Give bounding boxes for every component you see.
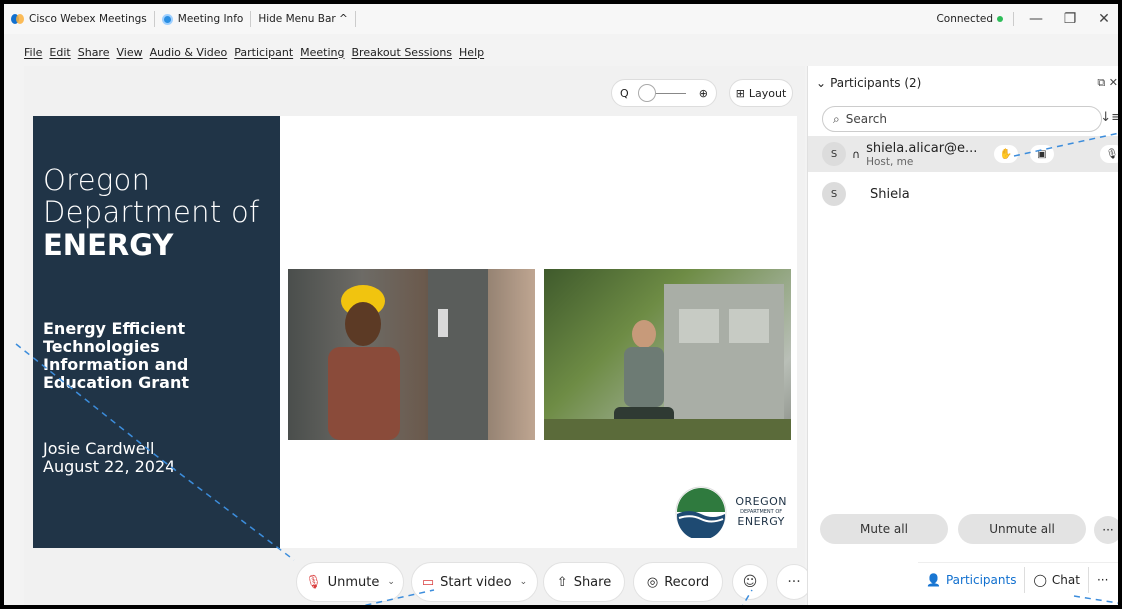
close-window-button[interactable]: ✕ — [1092, 11, 1116, 27]
menu-share[interactable]: Share — [78, 46, 110, 59]
slide-title-panel: Oregon Department of ENERGY Energy Effic… — [33, 116, 280, 548]
video-off-icon: ▭ — [421, 574, 435, 590]
participants-panel: ⌄ Participants (2) ⧉ ✕ ⌕ Search ↓≡ S ∩ s… — [807, 66, 1118, 605]
hide-menu-bar-button[interactable]: Hide Menu Bar ^ — [251, 11, 356, 27]
menu-bar: File Edit Share View Audio & Video Parti… — [4, 42, 804, 62]
tab-participants[interactable]: 👤 Participants — [918, 566, 1026, 593]
chevron-down-icon[interactable]: ⌄ — [816, 76, 826, 90]
status-dot-icon — [997, 16, 1003, 22]
menu-meeting[interactable]: Meeting — [300, 46, 344, 59]
participant-name: shiela.alicar@e... — [866, 140, 978, 156]
slide-title-line2: Department of — [43, 195, 260, 229]
sort-icon[interactable]: ↓≡ — [1100, 110, 1118, 125]
connection-status: Connected — [936, 13, 1003, 25]
webex-logo-icon — [11, 14, 24, 24]
menu-view[interactable]: View — [116, 46, 142, 59]
app-name: Cisco Webex Meetings — [29, 13, 147, 25]
panel-tab-bar: 👤 Participants ◯ Chat ··· — [918, 562, 1118, 596]
participant-row-host[interactable]: S ∩ shiela.alicar@e... Host, me ✋ ▣ 🎙 — [808, 136, 1118, 172]
menu-breakout-sessions[interactable]: Breakout Sessions — [352, 46, 453, 59]
zoom-out-icon[interactable]: Q — [620, 87, 629, 100]
participants-search-input[interactable]: ⌕ Search — [822, 106, 1102, 132]
panel-more-button[interactable]: ··· — [1094, 516, 1118, 544]
webex-window: Cisco Webex Meetings Meeting Info Hide M… — [0, 0, 1122, 609]
unmute-button[interactable]: 🎙 Unmute ⌄ — [296, 562, 404, 602]
chat-bubble-icon: ◯ — [1033, 572, 1047, 587]
menu-help[interactable]: Help — [459, 46, 484, 59]
grid-icon: ⊞ — [735, 86, 745, 100]
logo-wordmark: OREGON DEPARTMENT OF ENERGY — [735, 495, 787, 528]
menu-participant[interactable]: Participant — [234, 46, 293, 59]
zoom-in-icon[interactable]: ⊕ — [699, 87, 708, 100]
minimize-button[interactable]: — — [1024, 11, 1048, 27]
participant-role: Host, me — [866, 155, 914, 168]
field-technician-photo — [544, 269, 791, 440]
mute-all-button[interactable]: Mute all — [820, 514, 948, 544]
menu-edit[interactable]: Edit — [49, 46, 70, 59]
meeting-info-button[interactable]: Meeting Info — [155, 11, 252, 27]
search-icon: ⌕ — [833, 111, 840, 126]
oregon-energy-logo: OREGON DEPARTMENT OF ENERGY — [673, 486, 787, 538]
record-button[interactable]: ◎ Record — [633, 562, 723, 602]
chevron-down-icon[interactable]: ⌄ — [387, 577, 395, 587]
headset-icon: ∩ — [852, 147, 861, 161]
slide-subtitle: Energy Efficient Technologies Informatio… — [43, 319, 189, 392]
unmute-all-button[interactable]: Unmute all — [958, 514, 1086, 544]
tab-more[interactable]: ··· — [1089, 567, 1116, 593]
people-icon: 👤 — [926, 572, 941, 587]
camera-icon[interactable]: ▣ — [1030, 145, 1054, 163]
share-button[interactable]: ⇧ Share — [543, 562, 625, 602]
participant-name: Shiela — [870, 186, 910, 202]
divider — [1013, 12, 1014, 26]
avatar: S — [822, 142, 846, 166]
worker-photo-art — [328, 269, 535, 440]
zoom-slider-knob[interactable] — [637, 83, 656, 102]
slide-author: Josie Cardwell August 22, 2024 — [43, 439, 176, 476]
smiley-icon: ☺ — [742, 574, 758, 590]
start-video-button[interactable]: ▭ Start video ⌄ — [411, 562, 538, 602]
chevron-down-icon[interactable]: ⌄ — [520, 577, 528, 587]
info-shield-icon — [161, 13, 173, 25]
shared-content-stage: Q ⊕ ⊞ Layout Oregon Department of ENERGY… — [24, 66, 805, 605]
restore-button[interactable]: ❐ — [1058, 11, 1082, 27]
mic-muted-icon: 🎙 — [305, 574, 322, 590]
reactions-button[interactable]: ☺ — [732, 564, 768, 600]
record-icon: ◎ — [646, 574, 659, 590]
tab-chat[interactable]: ◯ Chat — [1025, 566, 1089, 593]
slide-title-line3: ENERGY — [43, 228, 174, 262]
worker-photo — [288, 269, 535, 440]
layout-button[interactable]: ⊞ Layout — [729, 79, 793, 107]
meeting-controls-bar: 🎙 Unmute ⌄ ▭ Start video ⌄ ⇧ Share ◎ Rec… — [24, 562, 812, 602]
zoom-slider[interactable] — [637, 83, 686, 102]
participant-row[interactable]: S Shiela — [808, 176, 1118, 212]
panel-popout-close[interactable]: ⧉ ✕ — [1097, 76, 1118, 90]
technician-photo-art — [544, 284, 791, 440]
presentation-slide: Oregon Department of ENERGY Energy Effic… — [33, 116, 797, 548]
slide-title-line1: Oregon — [43, 163, 151, 197]
app-title: Cisco Webex Meetings — [4, 11, 155, 27]
oregon-energy-emblem-icon — [675, 486, 727, 538]
share-icon: ⇧ — [556, 574, 568, 590]
title-bar: Cisco Webex Meetings Meeting Info Hide M… — [4, 4, 1118, 34]
participants-panel-header[interactable]: ⌄ Participants (2) — [816, 76, 921, 90]
avatar: S — [822, 182, 846, 206]
zoom-control[interactable]: Q ⊕ — [611, 79, 717, 107]
menu-file[interactable]: File — [24, 46, 42, 59]
menu-audio-video[interactable]: Audio & Video — [150, 46, 228, 59]
mic-muted-icon[interactable]: 🎙 — [1100, 145, 1118, 163]
raise-hand-icon[interactable]: ✋ — [994, 145, 1018, 163]
